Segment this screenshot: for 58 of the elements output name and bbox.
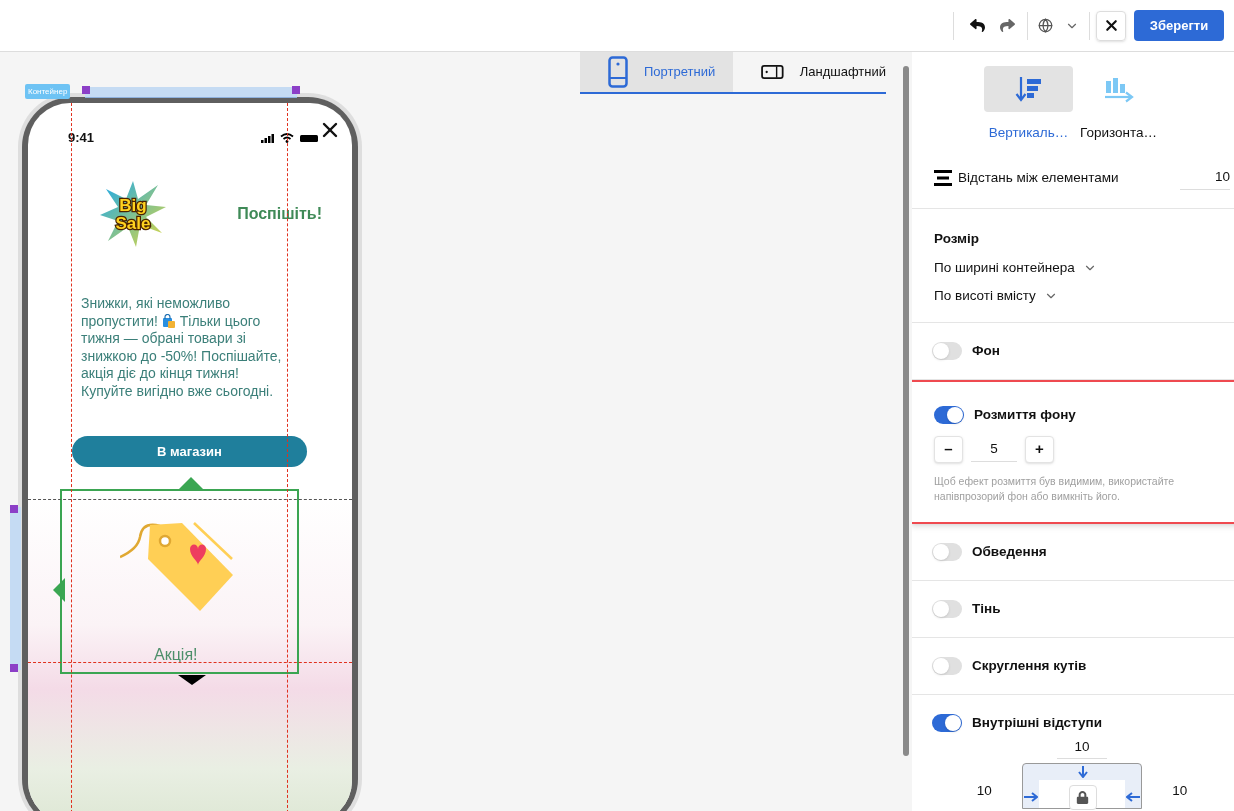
battery-icon: [300, 133, 318, 143]
wifi-icon: [280, 133, 294, 143]
promo-label: Акція!: [154, 645, 198, 665]
toggle-switch[interactable]: [932, 542, 962, 561]
size-dropdown[interactable]: По ширині контейнера: [934, 257, 1230, 278]
spacing-icon: [934, 169, 952, 186]
increase-button[interactable]: +: [1025, 435, 1054, 463]
toggle-switch[interactable]: [932, 714, 962, 733]
shop-button[interactable]: В магазин: [72, 436, 307, 467]
landscape-phone-icon: [761, 62, 784, 82]
orientation-tab[interactable]: Портретний: [580, 52, 733, 92]
toggle-switch[interactable]: [932, 657, 962, 676]
section-title: Скруглення кутів: [972, 657, 1087, 675]
hint-text: Щоб ефект розмиття був видимим, використайте напівпрозорий фон або вимкніть його.: [934, 473, 1176, 504]
lock-icon: [1076, 790, 1090, 804]
left-arrow-icon: [1126, 791, 1141, 802]
section-title: Розмиття фону: [974, 406, 1076, 425]
shopping-bag-icon: [161, 313, 176, 328]
toggle-switch[interactable]: [932, 342, 962, 361]
promo-heading: Поспішіть!: [237, 204, 322, 224]
section-title: Внутрішні відступи: [972, 714, 1102, 733]
layout-direction-option[interactable]: Горизонта…: [1075, 66, 1162, 144]
move-up-arrow-icon[interactable]: [179, 477, 203, 489]
orientation-tab[interactable]: Ландшафтний: [733, 52, 886, 92]
status-time: 9:41: [68, 129, 95, 148]
blur-value-field[interactable]: 5: [971, 436, 1017, 462]
left-padding-value[interactable]: 10: [932, 782, 992, 799]
promo-text: Знижки, які неможливо пропустити! Тільки цього тижня — обрані товари зі знижкою до -50%! Поспішайте, акція діє до кінця тижня! Купуйте вигідно вже сьогодні.: [81, 295, 283, 400]
move-down-arrow-icon[interactable]: [178, 675, 206, 685]
horizontal-layout-icon: [1102, 75, 1135, 103]
size-dropdown[interactable]: По висоті вмісту: [934, 285, 1230, 306]
spacing-field[interactable]: 10: [1180, 165, 1230, 191]
phone-icon: [608, 56, 628, 88]
right-arrow-icon: [1023, 791, 1038, 802]
right-padding-value[interactable]: 10: [1172, 782, 1232, 799]
sale-burst-logo: Big Sale: [100, 181, 166, 247]
toggle-switch[interactable]: [932, 599, 962, 618]
selection-handle-bar[interactable]: [85, 87, 297, 98]
container-tag: Контейнер: [25, 84, 71, 99]
signal-icon: [261, 133, 275, 143]
selection-handle-bar[interactable]: [10, 507, 21, 670]
top-padding-field[interactable]: 10: [1057, 735, 1107, 759]
globe-icon: [1038, 18, 1053, 33]
undo-icon: [969, 18, 985, 33]
scrollbar[interactable]: [903, 66, 909, 756]
size-title: Розмір: [934, 230, 981, 249]
section-title: Фон: [972, 342, 1000, 360]
section-title: Обведення: [972, 542, 1047, 561]
vertical-layout-icon: [1014, 75, 1043, 103]
close-button[interactable]: [1096, 10, 1126, 41]
save-button[interactable]: Зберегти: [1134, 10, 1224, 41]
move-left-arrow-icon[interactable]: [53, 578, 65, 602]
section-title: Тінь: [972, 599, 1001, 618]
down-arrow-icon: [1076, 765, 1089, 778]
toggle-switch[interactable]: [934, 406, 964, 425]
redo-icon: [999, 18, 1015, 33]
decrease-button[interactable]: –: [934, 435, 963, 463]
spacing-label: Відстань між елементами: [958, 168, 1119, 187]
